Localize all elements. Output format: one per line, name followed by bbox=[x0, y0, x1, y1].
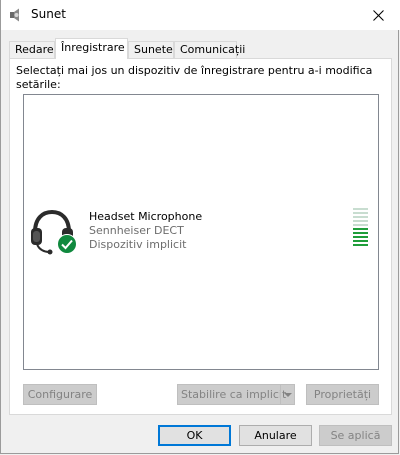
tab-comunicatii[interactable]: Comunicații bbox=[174, 41, 245, 58]
meter-segment bbox=[353, 212, 368, 214]
meter-segment bbox=[353, 216, 368, 218]
device-name: Headset Microphone bbox=[89, 210, 203, 223]
device-driver: Sennheiser DECT bbox=[89, 224, 184, 237]
cancel-button[interactable]: Anulare bbox=[239, 425, 312, 446]
tab-sunete[interactable]: Sunete bbox=[128, 41, 174, 58]
close-icon bbox=[372, 9, 384, 21]
apply-button[interactable]: Se aplică bbox=[319, 425, 392, 446]
sound-dialog: Sunet Redare Înregistrare Sunete Comunic… bbox=[0, 0, 400, 454]
instructions-text: Selectați mai jos un dispozitiv de înreg… bbox=[16, 64, 373, 91]
device-status: Dispozitiv implicit bbox=[89, 238, 187, 251]
meter-segment bbox=[353, 232, 368, 234]
set-default-button[interactable]: Stabilire ca implicit bbox=[177, 384, 295, 405]
meter-segment bbox=[353, 244, 368, 246]
tab-inregistrare[interactable]: Înregistrare bbox=[55, 38, 128, 59]
meter-segment bbox=[353, 208, 368, 210]
level-meter bbox=[353, 208, 368, 248]
ok-button[interactable]: OK bbox=[158, 425, 231, 446]
tab-redare[interactable]: Redare bbox=[9, 41, 55, 58]
speaker-icon bbox=[10, 8, 19, 22]
meter-segment bbox=[353, 236, 368, 238]
set-default-label: Stabilire ca implicit bbox=[181, 388, 287, 401]
close-button[interactable] bbox=[356, 0, 400, 30]
window-title: Sunet bbox=[31, 7, 66, 21]
chevron-down-icon bbox=[284, 393, 292, 397]
meter-segment bbox=[353, 228, 368, 230]
meter-segment bbox=[353, 240, 368, 242]
properties-button[interactable]: Proprietăți bbox=[306, 384, 379, 405]
meter-segment bbox=[353, 220, 368, 222]
meter-segment bbox=[353, 224, 368, 226]
default-check-icon bbox=[57, 234, 77, 254]
title-bar: Sunet bbox=[1, 0, 400, 30]
configure-button[interactable]: Configurare bbox=[23, 384, 97, 405]
set-default-dropdown[interactable] bbox=[280, 385, 294, 404]
